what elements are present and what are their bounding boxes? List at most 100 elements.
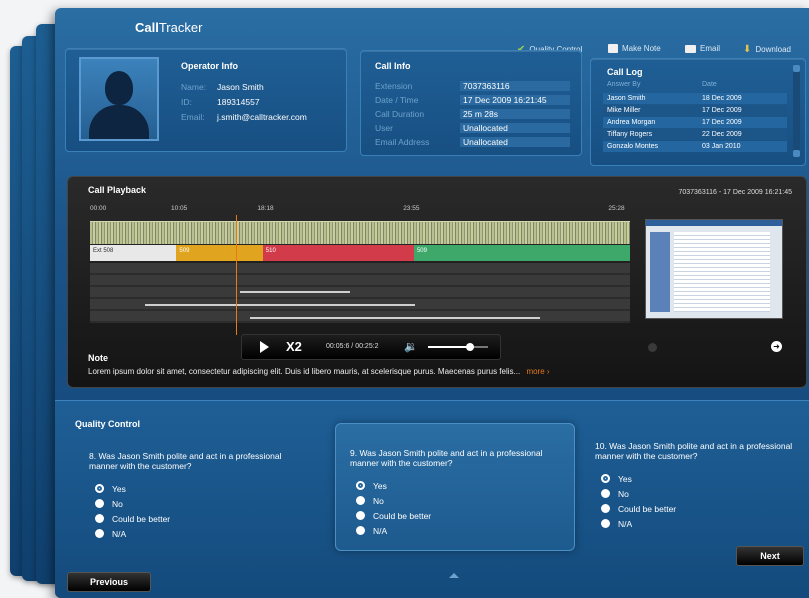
call-info-value: Unallocated xyxy=(460,136,570,147)
time-mark: 25:28 xyxy=(608,205,625,212)
screen-thumbnail[interactable] xyxy=(645,219,783,319)
thumbnail-content xyxy=(674,232,770,312)
call-info-row: Extension 7037363116 xyxy=(375,79,570,92)
call-log-date: 03 Jan 2010 xyxy=(702,143,741,150)
radio-label: Yes xyxy=(373,480,387,491)
radio-button[interactable] xyxy=(601,504,610,513)
thumbnail-sidebar xyxy=(650,232,670,312)
call-info-row: User Unallocated xyxy=(375,121,570,134)
radio-button[interactable] xyxy=(95,499,104,508)
email-button[interactable]: Email xyxy=(685,44,720,53)
radio-button[interactable] xyxy=(356,511,365,520)
radio-option[interactable]: Yes xyxy=(595,471,800,486)
radio-option[interactable]: Could be better xyxy=(595,501,800,516)
radio-option[interactable]: N/A xyxy=(350,523,560,538)
call-log-row[interactable]: Mike Miller 17 Dec 2009 xyxy=(603,105,787,116)
question-9-card: 9. Was Jason Smith polite and act in a p… xyxy=(335,423,575,551)
quality-control-title: Quality Control xyxy=(75,419,140,429)
call-log-header: Answer By Date xyxy=(607,81,787,88)
play-button[interactable] xyxy=(260,341,269,353)
app-title-tracker: Tracker xyxy=(158,20,203,35)
radio-button[interactable] xyxy=(95,484,104,493)
scroll-up-arrow-icon[interactable] xyxy=(793,65,800,72)
col-date: Date xyxy=(702,81,717,88)
volume-icon[interactable]: 🔉 xyxy=(404,340,418,353)
player-controls: X2 00:05:6 / 00:25:2 🔉 xyxy=(241,334,501,360)
radio-option[interactable]: No xyxy=(89,496,309,511)
name-label: Name: xyxy=(181,81,207,92)
call-info-title: Call Info xyxy=(375,61,411,71)
call-info-label: Date / Time xyxy=(375,94,419,105)
call-log-row[interactable]: Tiffany Rogers 22 Dec 2009 xyxy=(603,129,787,140)
note-text: Lorem ipsum dolor sit amet, consectetur … xyxy=(88,367,521,376)
volume-slider[interactable] xyxy=(428,343,488,351)
radio-button[interactable] xyxy=(95,514,104,523)
segment-2[interactable]: 510 xyxy=(262,245,414,261)
download-icon: ⬇ xyxy=(743,44,752,55)
previous-button[interactable]: Previous xyxy=(67,572,151,592)
radio-option[interactable]: Yes xyxy=(89,481,309,496)
note-icon xyxy=(608,44,618,53)
segment-1[interactable]: 509 xyxy=(176,245,263,261)
radio-option[interactable]: No xyxy=(595,486,800,501)
operator-id: 189314557 xyxy=(217,96,260,107)
call-info-label: Call Duration xyxy=(375,108,425,119)
waveform[interactable] xyxy=(90,221,630,244)
radio-button[interactable] xyxy=(601,519,610,528)
note-more-link[interactable]: more › xyxy=(526,367,549,376)
collapse-arrow-icon[interactable] xyxy=(449,573,459,578)
call-log-date: 22 Dec 2009 xyxy=(702,131,742,138)
radio-option[interactable]: Yes xyxy=(350,478,560,493)
call-log-name: Mike Miller xyxy=(607,107,641,114)
radio-button[interactable] xyxy=(95,529,104,538)
download-button[interactable]: ⬇ Download xyxy=(743,44,791,55)
radio-button[interactable] xyxy=(356,481,365,490)
next-button[interactable]: Next xyxy=(736,546,804,566)
call-info-label: Email Address xyxy=(375,136,430,147)
time-readout: 00:05:6 / 00:25:2 xyxy=(326,343,379,350)
radio-option[interactable]: N/A xyxy=(89,526,309,541)
radio-option[interactable]: Could be better xyxy=(89,511,309,526)
make-note-button[interactable]: Make Note xyxy=(608,44,661,53)
call-log-row[interactable]: Andrea Morgan 17 Dec 2009 xyxy=(603,117,787,128)
radio-label: N/A xyxy=(373,525,388,536)
segment-3[interactable]: 509 xyxy=(413,245,630,261)
app-title-call: Call xyxy=(135,20,159,35)
call-log-name: Tiffany Rogers xyxy=(607,131,653,138)
call-log-list: Jason Smith 18 Dec 2009 Mike Miller 17 Dec … xyxy=(603,93,787,153)
operator-email[interactable]: j.smith@calltracker.com xyxy=(217,112,307,122)
call-log-row[interactable]: Jason Smith 18 Dec 2009 xyxy=(603,93,787,104)
radio-label: Yes xyxy=(112,483,126,494)
radio-label: N/A xyxy=(618,518,633,529)
thumbnail-next-icon[interactable]: ➜ xyxy=(771,341,782,352)
scroll-down-arrow-icon[interactable] xyxy=(793,150,800,157)
radio-button[interactable] xyxy=(356,526,365,535)
call-info-value: 7037363116 xyxy=(460,80,570,91)
call-log-row[interactable]: Gonzalo Montes 03 Jan 2010 xyxy=(603,141,787,152)
call-info-value: Unallocated xyxy=(460,122,570,133)
radio-button[interactable] xyxy=(601,489,610,498)
app-title: CallTracker xyxy=(135,20,202,35)
radio-button[interactable] xyxy=(356,496,365,505)
radio-label: Yes xyxy=(618,473,632,484)
track-rows xyxy=(90,263,630,323)
call-playback-meta: 7037363116 - 17 Dec 2009 16:21:45 xyxy=(678,189,792,196)
thumbnail-prev-icon[interactable] xyxy=(648,343,657,352)
speed-button[interactable]: X2 xyxy=(286,339,302,354)
radio-option[interactable]: No xyxy=(350,493,560,508)
radio-button[interactable] xyxy=(601,474,610,483)
call-info-label: User xyxy=(375,122,393,133)
person-head-icon xyxy=(105,71,133,105)
call-info-value: 25 m 28s xyxy=(460,108,570,119)
operator-avatar xyxy=(79,57,159,141)
segment-0[interactable]: Ext 508 xyxy=(90,245,177,261)
playhead[interactable] xyxy=(235,215,237,335)
radio-option[interactable]: Could be better xyxy=(350,508,560,523)
call-playback-title: Call Playback xyxy=(88,185,147,195)
timeline[interactable]: 00:00 10:05 18:18 23:55 25:28 Ext 508 509 510 5… xyxy=(90,205,630,335)
volume-knob[interactable] xyxy=(466,343,474,351)
radio-option[interactable]: N/A xyxy=(595,516,800,531)
question-9: 9. Was Jason Smith polite and act in a p… xyxy=(350,448,560,538)
call-info-table: Extension 7037363116 Date / Time 17 Dec 200… xyxy=(375,79,570,149)
call-log-scrollbar[interactable] xyxy=(793,65,800,157)
